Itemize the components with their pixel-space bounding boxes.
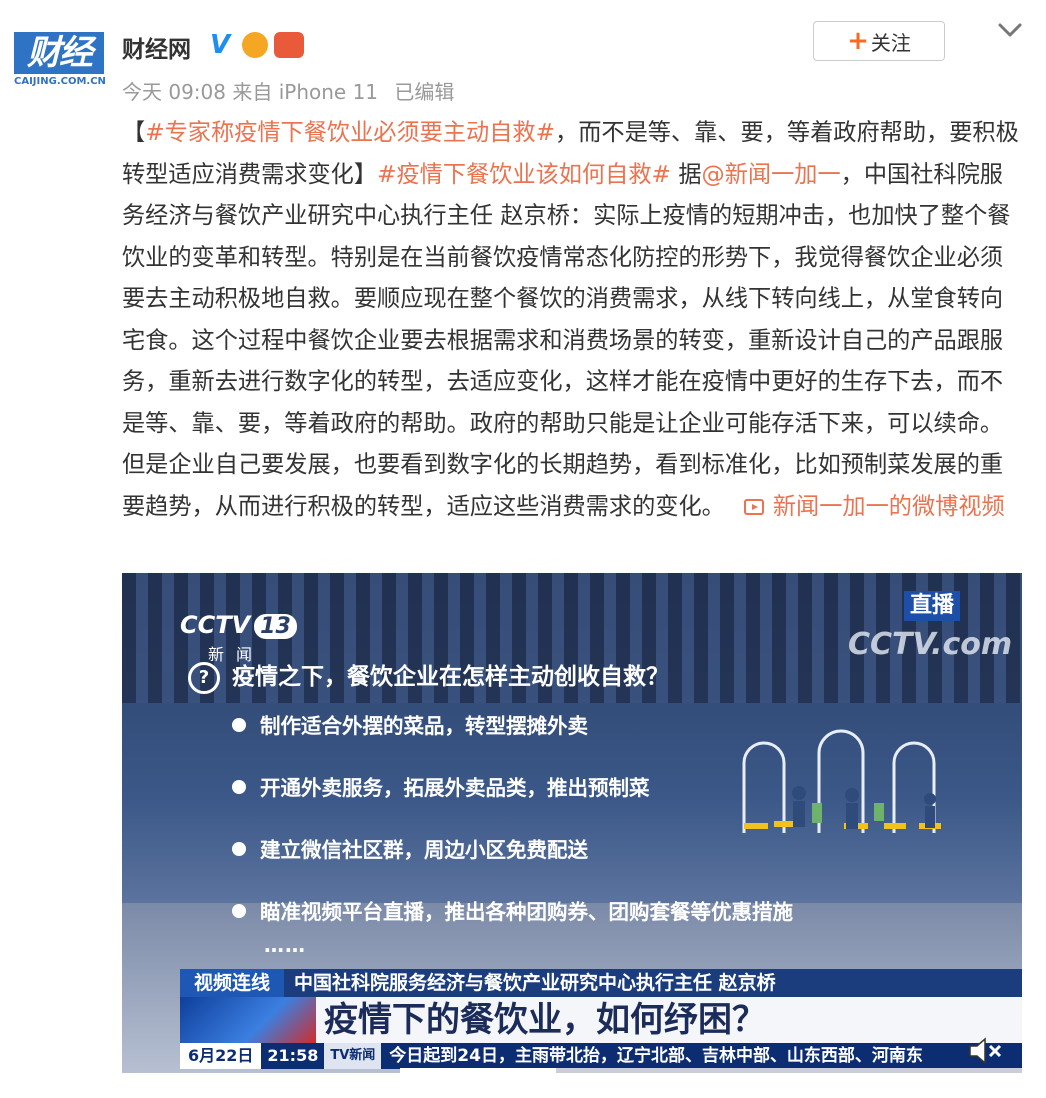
bracket-open: 【 [122, 119, 146, 146]
hashtag-link[interactable]: #疫情下餐饮业该如何自救# [377, 161, 671, 188]
globe-icon [180, 997, 316, 1043]
bullet-item: 制作适合外摆的菜品，转型摆摊外卖 [232, 711, 793, 773]
hashtag-link[interactable]: #专家称疫情下餐饮业必须要主动自救# [145, 119, 555, 146]
follow-label: 关注 [870, 30, 911, 55]
post-text: 【#专家称疫情下餐饮业必须要主动自救#，而不是等、靠、要，等着政府帮助，要积极转… [122, 112, 1022, 527]
channel-number: 13 [254, 614, 297, 639]
ellipsis: …… [264, 933, 306, 957]
bullet-dot-icon [232, 842, 246, 856]
avatar-logo: 财经网 [14, 32, 104, 90]
video-progress-bar[interactable] [400, 1068, 1022, 1073]
lower-third-headline: 疫情下的餐饮业，如何纾困？ [180, 997, 1022, 1043]
question-text: 疫情之下，餐饮企业在怎样主动创收自救？ [232, 664, 669, 690]
chevron-down-icon[interactable] [994, 16, 1026, 44]
follow-button[interactable]: + 关注 [813, 21, 945, 61]
restaurant-illustration [742, 729, 941, 833]
account-name[interactable]: 财经网 [122, 30, 191, 64]
mute-icon[interactable] [966, 1035, 1004, 1067]
verified-icon: V [210, 30, 231, 60]
post-text-segment: ，中国社科院服务经济与餐饮产业研究中心执行主任 赵京桥：实际上疫情的短期冲击，也… [122, 160, 1011, 520]
channel-name: CCTV [180, 611, 251, 639]
video-progress-fill [400, 1068, 556, 1073]
mention-link[interactable]: @新闻一加一 [702, 161, 841, 188]
news-ticker: 6月22日 21:58 TV新闻 今日起到24日，主雨带北抬，辽宁北部、吉林中部… [180, 1043, 1022, 1069]
video-player[interactable]: CCTV 13 新闻 直播 CCTV.com ? 疫情之下，餐饮企业在怎样主动创收自… [122, 573, 1022, 1073]
video-icon [743, 498, 764, 515]
post-source: 来自 iPhone 11 [232, 80, 379, 104]
ticker-date: 6月22日 [180, 1043, 262, 1069]
post-time: 今天 09:08 [122, 80, 226, 104]
speaker-title: 中国社科院服务经济与餐饮产业研究中心执行主任 赵京桥 [284, 969, 1022, 997]
ticker-logo: TV新闻 [324, 1043, 382, 1069]
bullet-text: 开通外卖服务，拓展外卖品类，推出预制菜 [260, 776, 650, 800]
bullet-text: 制作适合外摆的菜品，转型摆摊外卖 [260, 714, 588, 738]
channel-logo: CCTV 13 [180, 611, 297, 639]
video-link[interactable]: 新闻一加一的微博视频 [743, 493, 1005, 520]
edited-label: 已编辑 [394, 80, 455, 104]
plus-icon: + [847, 26, 869, 56]
ticker-time: 21:58 [261, 1043, 325, 1069]
avatar-subtext: CAIJING.COM.CN [14, 76, 106, 87]
post-meta: 今天 09:08 来自 iPhone 11 已编辑 [122, 76, 454, 105]
headline: 疫情下的餐饮业，如何纾困？ [324, 1000, 766, 1040]
lower-third-label: 视频连线 中国社科院服务经济与餐饮产业研究中心执行主任 赵京桥 [180, 969, 1022, 997]
bullet-dot-icon [232, 718, 246, 732]
video-link-tag: 视频连线 [180, 969, 285, 997]
avatar[interactable]: 财经网 CAIJING.COM.CN [14, 28, 106, 90]
badges: V [210, 32, 304, 58]
bullet-list: 制作适合外摆的菜品，转型摆摊外卖 开通外卖服务，拓展外卖品类，推出预制菜 建立微… [232, 711, 793, 959]
question-icon: ? [188, 662, 220, 694]
video-link-label: 新闻一加一的微博视频 [772, 492, 1005, 520]
medal-icon [242, 32, 268, 58]
live-badge: 直播 [904, 591, 961, 621]
bullet-text: 建立微信社区群，周边小区免费配送 [260, 838, 588, 862]
bullet-item: 瞄准视频平台直播，推出各种团购券、团购套餐等优惠措施 [232, 897, 793, 959]
bullet-dot-icon [232, 780, 246, 794]
bullet-item: 建立微信社区群，周边小区免费配送 [232, 835, 793, 897]
ticker-text: 今日起到24日，主雨带北抬，辽宁北部、吉林中部、山东西部、河南东 [389, 1046, 923, 1066]
post-text-segment: 据 [670, 160, 702, 188]
video-question: ? 疫情之下，餐饮企业在怎样主动创收自救？ [188, 657, 669, 694]
watermark: CCTV.com [848, 627, 1013, 662]
vip-badge-icon [274, 32, 304, 58]
bullet-dot-icon [232, 904, 246, 918]
bullet-text: 瞄准视频平台直播，推出各种团购券、团购套餐等优惠措施 [260, 900, 793, 924]
bullet-item: 开通外卖服务，拓展外卖品类，推出预制菜 [232, 773, 793, 835]
